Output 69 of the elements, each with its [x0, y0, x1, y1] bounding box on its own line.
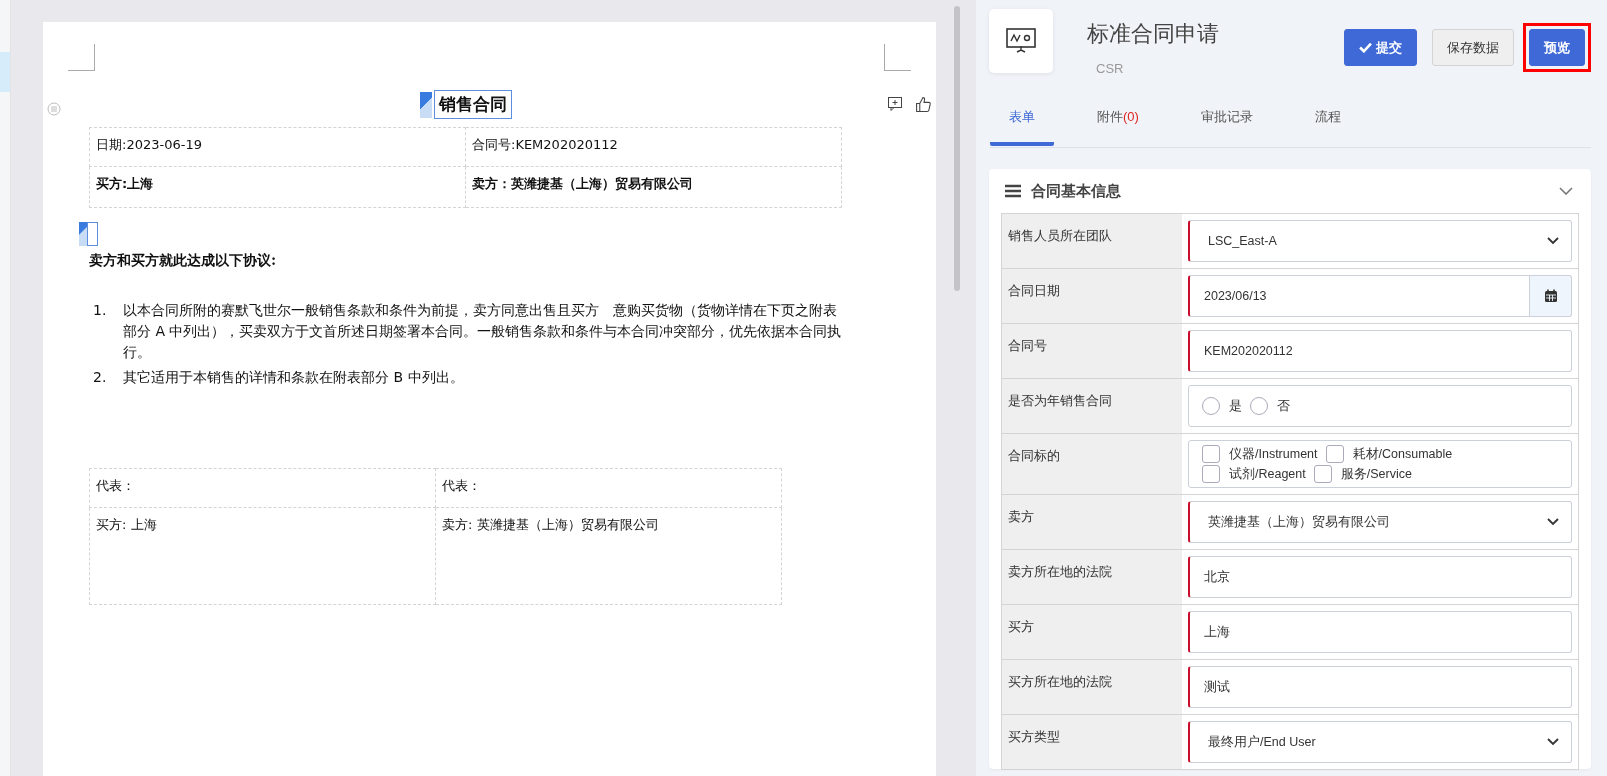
select-field[interactable]: 最终用户/End User — [1188, 721, 1572, 763]
checkbox[interactable] — [1325, 445, 1344, 463]
input-field[interactable]: 上海 — [1188, 611, 1572, 653]
field-label: 买方 — [1008, 620, 1034, 634]
checkbox-option[interactable]: 试剂/Reagent — [1202, 465, 1306, 483]
tab[interactable]: 流程 — [1295, 108, 1360, 146]
input-field[interactable]: 北京 — [1188, 556, 1572, 598]
clause-number: 1. — [92, 301, 108, 320]
input-field[interactable]: 测试 — [1188, 666, 1572, 708]
clause-text: 以本合同所附的赛默飞世尔一般销售条款和条件为前提，卖方同意出售且买方 意购买货物（货物详情在下页之附表部分 A 中列出），买卖双方于文首所述日期签署本合同。一般销售条款和条件与本合同冲突部分，优先依据本合同执行。 — [123, 301, 842, 362]
field-label: 合同标的 — [1008, 449, 1060, 463]
checkbox[interactable] — [1202, 465, 1220, 483]
table-cell-text: 代表： — [442, 478, 481, 493]
table-cell-text: 买方:上海 — [96, 176, 154, 191]
select-field[interactable]: LSC_East-A — [1188, 220, 1572, 262]
field-label: 买方所在地的法院 — [1008, 675, 1112, 689]
cursor-marker — [79, 222, 99, 246]
menu-circle-icon[interactable] — [47, 102, 61, 116]
crop-mark — [68, 44, 95, 71]
checkbox[interactable] — [1313, 465, 1332, 483]
action-button[interactable]: 预览 — [1529, 29, 1585, 66]
agreement-heading: 卖方和买方就此达成以下协议: — [89, 252, 278, 270]
field-label: 卖方 — [1008, 510, 1034, 524]
field-label: 合同号 — [1008, 339, 1047, 353]
tab[interactable]: 附件(0) — [1078, 108, 1158, 146]
checkbox-option[interactable]: 耗材/Consumable — [1325, 445, 1453, 463]
section-title: 合同基本信息 — [1031, 181, 1122, 201]
field-label: 销售人员所在团队 — [1008, 229, 1112, 243]
table-cell-text: 日期:2023-06-19 — [96, 137, 202, 152]
sidebar-highlight — [0, 52, 10, 92]
table-cell-text: 买方: 上海 — [96, 517, 157, 532]
document-title: 销售合同 — [433, 90, 512, 119]
calendar-button[interactable] — [1530, 275, 1572, 317]
field-label: 合同日期 — [1008, 284, 1060, 298]
menu-icon — [1005, 184, 1021, 198]
action-button[interactable]: 提交 — [1344, 29, 1417, 66]
select-field[interactable]: 英潍捷基（上海）贸易有限公司 — [1188, 501, 1572, 543]
table-cell-text: 卖方: 英潍捷基（上海）贸易有限公司 — [442, 517, 659, 532]
add-comment-icon[interactable] — [887, 96, 903, 112]
chevron-icon[interactable] — [1559, 187, 1573, 195]
date-field[interactable]: 2023/06/13 — [1188, 275, 1530, 317]
scrollbar-thumb[interactable] — [954, 6, 960, 291]
radio-option[interactable]: 否 — [1250, 397, 1290, 415]
thumbs-up-icon[interactable] — [915, 96, 932, 113]
calendar-icon — [1543, 289, 1558, 303]
field-label: 卖方所在地的法院 — [1008, 565, 1112, 579]
tab[interactable]: 表单 — [990, 108, 1054, 146]
chevron-down-icon — [1547, 738, 1559, 746]
input-field[interactable]: KEM202020112 — [1188, 330, 1572, 372]
table-cell-text: 合同号:KEM202020112 — [472, 137, 618, 152]
checkbox-option[interactable]: 仪器/Instrument — [1202, 445, 1318, 463]
clause-text: 其它适用于本销售的详情和条款在附表部分 B 中列出。 — [123, 368, 465, 387]
checkbox-option[interactable]: 服务/Service — [1313, 465, 1412, 483]
checkbox[interactable] — [1202, 445, 1220, 463]
action-button[interactable]: 保存数据 — [1432, 29, 1514, 66]
table-cell-text: 代表： — [96, 478, 135, 493]
table-cell-text: 卖方：英潍捷基（上海）贸易有限公司 — [472, 176, 693, 191]
crop-mark — [884, 44, 911, 71]
tab[interactable]: 审批记录 — [1181, 108, 1272, 146]
page-title: 标准合同申请 — [1087, 20, 1220, 48]
presentation-board-icon — [1005, 27, 1037, 55]
radio-option[interactable]: 是 — [1202, 397, 1242, 415]
clause-number: 2. — [92, 368, 108, 387]
field-label: 是否为年销售合同 — [1008, 394, 1112, 408]
chevron-down-icon — [1547, 237, 1559, 245]
paragraph-marker — [419, 91, 432, 118]
field-label: 买方类型 — [1008, 730, 1060, 744]
chevron-down-icon — [1547, 518, 1559, 526]
page-subtitle: CSR — [1096, 61, 1125, 76]
